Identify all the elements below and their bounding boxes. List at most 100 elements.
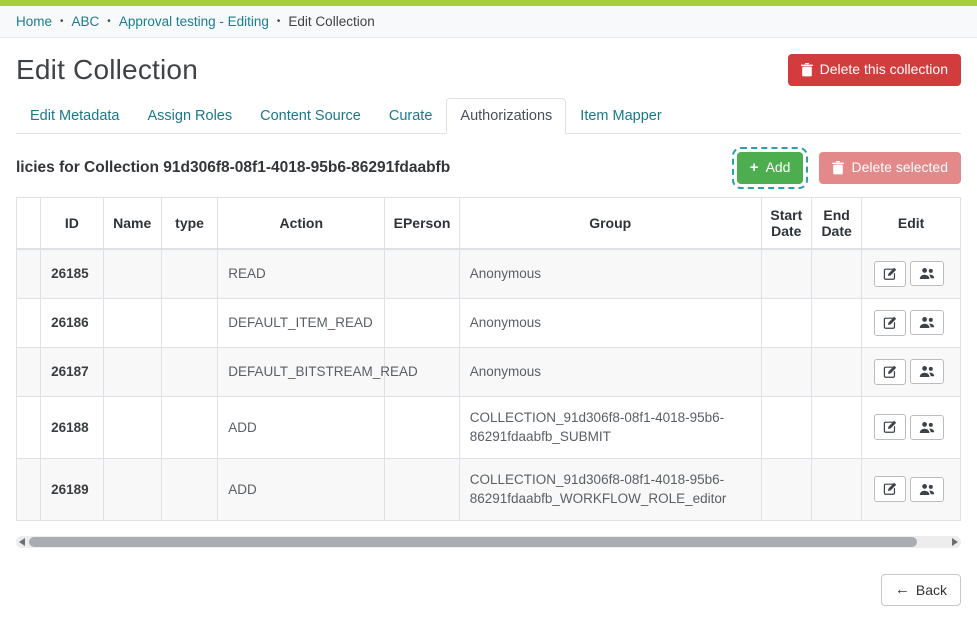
scroll-left-arrow-icon[interactable] xyxy=(19,538,25,546)
pencil-square-icon xyxy=(883,267,897,281)
back-button[interactable]: ← Back xyxy=(881,574,961,606)
pencil-square-icon xyxy=(883,482,897,496)
people-icon xyxy=(919,316,935,329)
policy-edit-cell xyxy=(862,458,961,520)
edit-policy-button[interactable] xyxy=(874,359,906,385)
policy-type xyxy=(161,347,217,396)
policy-group: Anonymous xyxy=(459,298,761,347)
edit-policy-button[interactable] xyxy=(874,310,906,336)
delete-collection-button[interactable]: Delete this collection xyxy=(788,54,961,86)
policy-start-date xyxy=(761,298,811,347)
breadcrumb-link[interactable]: ABC xyxy=(72,14,100,29)
pencil-square-icon xyxy=(883,365,897,379)
policy-action: DEFAULT_BITSTREAM_READ xyxy=(218,347,385,396)
policy-eperson xyxy=(385,298,459,347)
column-header-id: ID xyxy=(41,197,103,249)
policy-row: 26189 ADD COLLECTION_91d306f8-08f1-4018-95… xyxy=(17,458,961,520)
policy-row: 26187 DEFAULT_BITSTREAM_READ Anonymous xyxy=(17,347,961,396)
policy-edit-cell xyxy=(862,396,961,458)
policy-id: 26187 xyxy=(41,347,103,396)
add-policy-button[interactable]: + Add xyxy=(737,152,804,184)
policy-row: 26186DEFAULT_ITEM_READAnonymous xyxy=(17,298,961,347)
tab-assign-roles[interactable]: Assign Roles xyxy=(133,98,246,134)
column-header-end-date: End Date xyxy=(811,197,861,249)
breadcrumb-separator: • xyxy=(60,16,64,27)
policies-section-header: licies for Collection 91d306f8-08f1-4018… xyxy=(16,152,961,184)
policy-id: 26186 xyxy=(41,298,103,347)
policy-type xyxy=(161,249,217,299)
breadcrumb-current: Edit Collection xyxy=(288,14,374,29)
policy-group: COLLECTION_91d306f8-08f1-4018-95b6-86291… xyxy=(459,458,761,520)
column-header-type: type xyxy=(161,197,217,249)
policy-end-date xyxy=(811,458,861,520)
breadcrumb-separator: • xyxy=(277,16,281,27)
left-arrow-icon: ← xyxy=(895,582,910,597)
policy-end-date xyxy=(811,396,861,458)
delete-selected-label: Delete selected xyxy=(851,159,948,177)
policy-row: 26188ADDCOLLECTION_91d306f8-08f1-4018-95… xyxy=(17,396,961,458)
table-header: IDNametypeActionEPersonGroupStart DateEn… xyxy=(17,197,961,249)
edit-policy-button[interactable] xyxy=(874,414,906,440)
back-button-label: Back xyxy=(916,582,947,598)
policy-group: COLLECTION_91d306f8-08f1-4018-95b6-86291… xyxy=(459,396,761,458)
trash-icon xyxy=(801,63,813,77)
policy-id: 26185 xyxy=(41,249,103,299)
people-icon xyxy=(919,267,935,280)
tab-content-source[interactable]: Content Source xyxy=(246,98,375,134)
policy-name xyxy=(103,347,161,396)
select-column-header xyxy=(17,197,41,249)
title-row: Edit Collection Delete this collection xyxy=(16,54,961,86)
edit-group-button[interactable] xyxy=(910,477,944,502)
policy-start-date xyxy=(761,347,811,396)
edit-group-button[interactable] xyxy=(910,310,944,335)
breadcrumb-link[interactable]: Home xyxy=(16,14,52,29)
scrollbar-thumb[interactable] xyxy=(29,537,917,547)
policy-type xyxy=(161,396,217,458)
policy-group: Anonymous xyxy=(459,249,761,299)
policy-action: ADD xyxy=(218,458,385,520)
policy-name xyxy=(103,396,161,458)
tab-authorizations[interactable]: Authorizations xyxy=(446,98,566,134)
policy-end-date xyxy=(811,249,861,299)
policies-heading: licies for Collection 91d306f8-08f1-4018… xyxy=(16,159,450,177)
breadcrumb-separator: • xyxy=(107,16,111,27)
edit-policy-button[interactable] xyxy=(874,261,906,287)
column-header-edit: Edit xyxy=(862,197,961,249)
delete-selected-button[interactable]: Delete selected xyxy=(819,152,961,184)
policies-actions: + Add Delete selected xyxy=(737,152,961,184)
tab-edit-metadata[interactable]: Edit Metadata xyxy=(16,98,133,134)
policy-eperson xyxy=(385,249,459,299)
edit-group-button[interactable] xyxy=(910,359,944,384)
column-header-start-date: Start Date xyxy=(761,197,811,249)
edit-group-button[interactable] xyxy=(910,415,944,440)
breadcrumb: Home • ABC • Approval testing - Editing • Edit… xyxy=(0,6,977,38)
policy-name xyxy=(103,298,161,347)
column-header-group: Group xyxy=(459,197,761,249)
tab-item-mapper[interactable]: Item Mapper xyxy=(566,98,675,134)
policy-eperson xyxy=(385,396,459,458)
add-policy-label: Add xyxy=(766,159,791,177)
breadcrumb-link[interactable]: Approval testing - Editing xyxy=(119,14,269,29)
policy-row: 26185 READ Anonymous xyxy=(17,249,961,299)
row-select-cell xyxy=(17,249,41,299)
row-select-cell xyxy=(17,298,41,347)
scroll-right-arrow-icon[interactable] xyxy=(952,538,958,546)
policy-edit-cell xyxy=(862,249,961,299)
policy-group: Anonymous xyxy=(459,347,761,396)
pencil-square-icon xyxy=(883,420,897,434)
policy-action: READ xyxy=(218,249,385,299)
edit-policy-button[interactable] xyxy=(874,476,906,502)
edit-group-button[interactable] xyxy=(910,261,944,286)
tab-curate[interactable]: Curate xyxy=(375,98,447,134)
delete-collection-label: Delete this collection xyxy=(820,61,948,79)
horizontal-scrollbar[interactable] xyxy=(16,536,961,548)
policies-table: IDNametypeActionEPersonGroupStart DateEn… xyxy=(16,197,961,521)
policy-id: 26189 xyxy=(41,458,103,520)
row-select-cell xyxy=(17,347,41,396)
policy-type xyxy=(161,298,217,347)
policy-end-date xyxy=(811,298,861,347)
policy-start-date xyxy=(761,249,811,299)
trash-icon xyxy=(832,161,844,175)
policy-name xyxy=(103,249,161,299)
policy-name xyxy=(103,458,161,520)
